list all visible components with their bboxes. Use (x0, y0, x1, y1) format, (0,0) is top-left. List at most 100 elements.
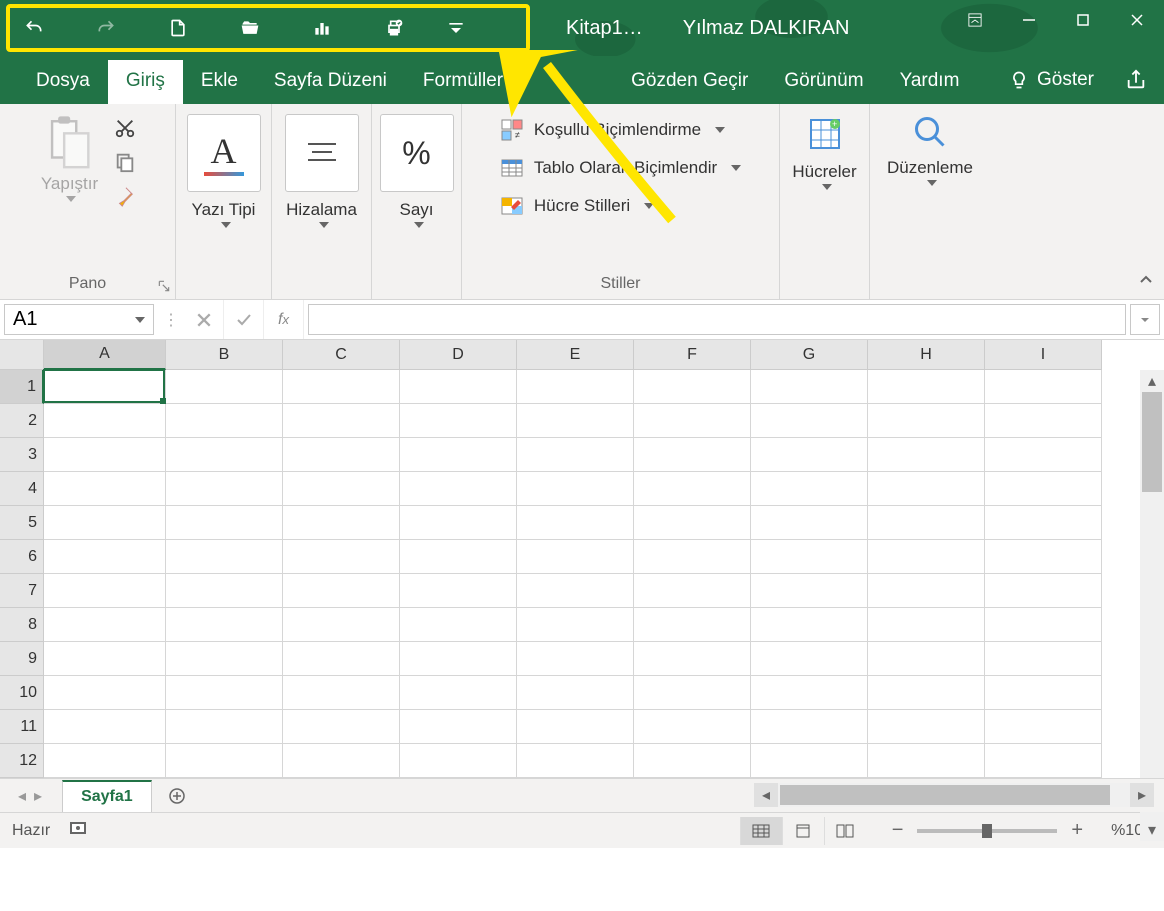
cell[interactable] (751, 608, 868, 642)
cell[interactable] (985, 574, 1102, 608)
cell[interactable] (166, 472, 283, 506)
cell[interactable] (400, 710, 517, 744)
cell[interactable] (985, 370, 1102, 404)
row-header[interactable]: 8 (0, 608, 44, 642)
customize-qat-button[interactable] (442, 14, 470, 42)
scroll-right-button[interactable]: ▸ (1130, 783, 1154, 807)
cell[interactable] (283, 608, 400, 642)
row-header[interactable]: 6 (0, 540, 44, 574)
cell[interactable] (44, 506, 166, 540)
cell[interactable] (634, 540, 751, 574)
vertical-scrollbar[interactable]: ▴ ▾ (1140, 370, 1164, 841)
cell[interactable] (985, 404, 1102, 438)
open-file-button[interactable] (236, 14, 264, 42)
cell[interactable] (400, 574, 517, 608)
sheet-tab-active[interactable]: Sayfa1 (62, 780, 152, 812)
macro-record-button[interactable] (70, 820, 90, 841)
row-header[interactable]: 4 (0, 472, 44, 506)
row-header[interactable]: 5 (0, 506, 44, 540)
cell[interactable] (283, 540, 400, 574)
row-header[interactable]: 2 (0, 404, 44, 438)
cell[interactable] (166, 574, 283, 608)
cell[interactable] (517, 540, 634, 574)
cell[interactable] (283, 642, 400, 676)
cell[interactable] (44, 438, 166, 472)
view-normal-button[interactable] (740, 817, 782, 845)
cell[interactable] (751, 676, 868, 710)
paste-button[interactable]: Yapıştır (35, 110, 104, 206)
cell[interactable] (751, 540, 868, 574)
copy-button[interactable] (110, 148, 140, 176)
cell[interactable] (985, 710, 1102, 744)
cell-grid[interactable] (44, 370, 1102, 778)
cell[interactable] (166, 676, 283, 710)
tab-insert[interactable]: Ekle (183, 60, 256, 104)
cell[interactable] (634, 438, 751, 472)
cell[interactable] (400, 438, 517, 472)
cell[interactable] (283, 676, 400, 710)
cell[interactable] (751, 710, 868, 744)
cell-styles-button[interactable]: Hücre Stilleri (494, 190, 747, 222)
cell[interactable] (517, 472, 634, 506)
view-page-layout-button[interactable] (782, 817, 824, 845)
cell[interactable] (283, 506, 400, 540)
close-button[interactable] (1110, 0, 1164, 40)
scroll-up-button[interactable]: ▴ (1140, 370, 1164, 392)
share-button[interactable] (1118, 62, 1154, 98)
row-header[interactable]: 12 (0, 744, 44, 778)
cell[interactable] (868, 642, 985, 676)
name-box[interactable]: A1 (4, 304, 154, 335)
cell[interactable] (751, 370, 868, 404)
cell[interactable] (44, 540, 166, 574)
cell[interactable] (868, 438, 985, 472)
conditional-formatting-button[interactable]: ≠ Koşullu Biçimlendirme (494, 114, 747, 146)
cell[interactable] (400, 472, 517, 506)
horizontal-scrollbar[interactable]: ◂ ▸ (754, 783, 1154, 807)
tab-page-layout[interactable]: Sayfa Düzeni (256, 60, 405, 104)
font-button[interactable]: A Yazı Tipi (181, 110, 267, 232)
horizontal-scroll-thumb[interactable] (780, 785, 1110, 805)
cell[interactable] (634, 574, 751, 608)
cell[interactable] (166, 438, 283, 472)
cell[interactable] (283, 438, 400, 472)
cell[interactable] (44, 608, 166, 642)
cell[interactable] (751, 574, 868, 608)
column-header[interactable]: I (985, 340, 1102, 370)
cell[interactable] (400, 676, 517, 710)
cell[interactable] (517, 608, 634, 642)
cell[interactable] (166, 710, 283, 744)
tab-file[interactable]: Dosya (18, 60, 108, 104)
tab-view[interactable]: Görünüm (766, 60, 881, 104)
row-header[interactable]: 9 (0, 642, 44, 676)
cell[interactable] (868, 710, 985, 744)
column-header[interactable]: D (400, 340, 517, 370)
cell[interactable] (985, 608, 1102, 642)
row-header[interactable]: 3 (0, 438, 44, 472)
cell[interactable] (751, 472, 868, 506)
cell[interactable] (868, 574, 985, 608)
cell[interactable] (44, 710, 166, 744)
expand-formula-bar-button[interactable] (1130, 304, 1160, 335)
cell[interactable] (517, 404, 634, 438)
cell[interactable] (44, 404, 166, 438)
cell[interactable] (751, 506, 868, 540)
cell[interactable] (400, 540, 517, 574)
select-all-corner[interactable] (0, 340, 44, 370)
cell[interactable] (751, 438, 868, 472)
cell[interactable] (751, 404, 868, 438)
cell[interactable] (400, 370, 517, 404)
cell[interactable] (283, 404, 400, 438)
insert-function-button[interactable]: fx (264, 300, 304, 339)
cell[interactable] (166, 404, 283, 438)
cell[interactable] (44, 370, 166, 404)
zoom-out-button[interactable]: − (886, 819, 910, 842)
cell[interactable] (868, 506, 985, 540)
cell[interactable] (985, 676, 1102, 710)
column-header[interactable]: F (634, 340, 751, 370)
column-header[interactable]: H (868, 340, 985, 370)
cell[interactable] (517, 676, 634, 710)
cell[interactable] (400, 506, 517, 540)
cell[interactable] (283, 744, 400, 778)
collapse-ribbon-button[interactable] (1138, 272, 1154, 293)
zoom-slider[interactable] (917, 829, 1057, 833)
